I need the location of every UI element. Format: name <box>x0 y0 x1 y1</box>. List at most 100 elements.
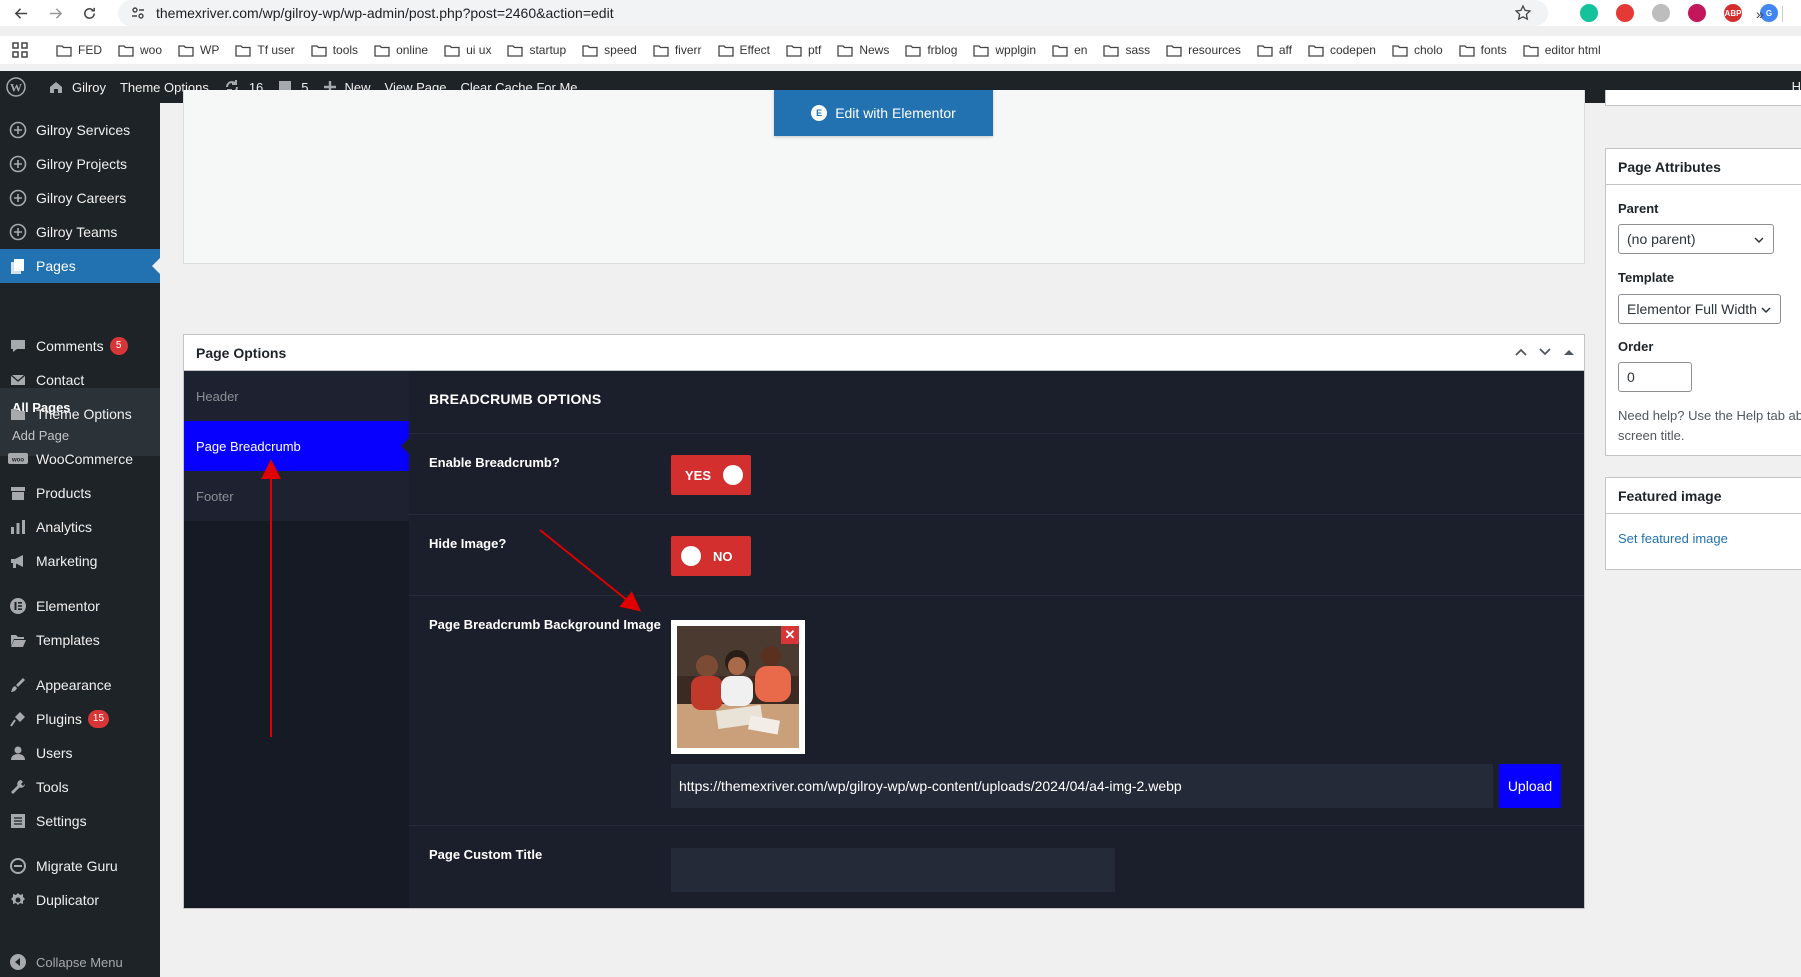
featured-image-title[interactable]: Featured image <box>1606 478 1801 514</box>
folder-icon <box>1523 44 1539 57</box>
site-settings-icon[interactable] <box>130 5 146 21</box>
back-icon[interactable] <box>8 0 34 26</box>
sidebar-item-theme-options[interactable]: Theme Options <box>0 397 160 431</box>
bg-image-url-input[interactable]: https://themexriver.com/wp/gilroy-wp/wp-… <box>671 764 1493 808</box>
sidebar-item-label: Gilroy Teams <box>36 224 118 240</box>
sidebar-item-gilroy-teams[interactable]: Gilroy Teams <box>0 215 160 249</box>
bookmark-folder[interactable]: WP <box>178 43 219 57</box>
sidebar-item-gilroy-careers[interactable]: Gilroy Careers <box>0 181 160 215</box>
sidebar-item-contact[interactable]: Contact <box>0 363 160 397</box>
hide-image-toggle[interactable]: NO <box>671 536 751 576</box>
bookmark-label: fiverr <box>674 43 702 57</box>
bookmark-folder[interactable]: codepen <box>1308 43 1376 57</box>
page-attributes-title[interactable]: Page Attributes <box>1606 149 1801 185</box>
bookmark-folder[interactable]: online <box>374 43 428 57</box>
bookmark-folder[interactable]: ptf <box>786 43 821 57</box>
bookmark-folder[interactable]: cholo <box>1392 43 1443 57</box>
enable-breadcrumb-toggle[interactable]: YES <box>671 455 751 495</box>
collapse-menu[interactable]: Collapse Menu <box>0 945 160 977</box>
sidebar-item-comments[interactable]: Comments 5 <box>0 329 160 363</box>
sidebar-item-elementor[interactable]: Elementor <box>0 589 160 623</box>
bookmark-folder[interactable]: tools <box>311 43 358 57</box>
bookmark-label: woo <box>140 43 163 57</box>
sidebar-item-duplicator[interactable]: Duplicator <box>0 883 160 917</box>
sidebar-item-settings[interactable]: Settings <box>0 804 160 838</box>
sidebar-item-marketing[interactable]: Marketing <box>0 544 160 578</box>
sidebar-item-label: Pages <box>36 258 76 274</box>
custom-title-input[interactable] <box>671 848 1115 892</box>
sidebar-item-label: Settings <box>36 813 87 829</box>
elementor-icon <box>8 596 28 616</box>
sidebar-item-label: Elementor <box>36 598 100 614</box>
sidebar-item-gilroy-services[interactable]: Gilroy Services <box>0 113 160 147</box>
forward-icon[interactable] <box>42 0 68 26</box>
bookmark-folder[interactable]: editor html <box>1523 43 1601 57</box>
sidebar-item-templates[interactable]: Templates <box>0 623 160 657</box>
bookmark-folder[interactable]: frblog <box>905 43 957 57</box>
parent-select[interactable]: (no parent) <box>1618 224 1774 254</box>
page-options-header[interactable]: Page Options <box>184 335 1584 371</box>
bookmark-folder[interactable]: Effect <box>717 43 770 57</box>
url-text[interactable]: themexriver.com/wp/gilroy-wp/wp-admin/po… <box>156 5 614 21</box>
sidebar-item-users[interactable]: Users <box>0 736 160 770</box>
page-attributes-box: Page Attributes Parent (no parent) Templ… <box>1605 148 1801 456</box>
pen-extension-icon[interactable] <box>1616 4 1634 22</box>
bookmark-folder[interactable]: sass <box>1103 43 1150 57</box>
sidebar-item-analytics[interactable]: Analytics <box>0 510 160 544</box>
bookmark-folder[interactable]: en <box>1052 43 1087 57</box>
edit-with-elementor-button[interactable]: E Edit with Elementor <box>774 90 993 136</box>
sidebar-item-migrate-guru[interactable]: Migrate Guru <box>0 849 160 883</box>
bookmark-folder[interactable]: Tf user <box>235 43 295 57</box>
sidebar-item-tools[interactable]: Tools <box>0 770 160 804</box>
bookmark-folder[interactable]: ui ux <box>444 43 491 57</box>
sidebar-item-appearance[interactable]: Appearance <box>0 668 160 702</box>
bookmark-folder[interactable]: speed <box>582 43 637 57</box>
sidebar-item-gilroy-projects[interactable]: Gilroy Projects <box>0 147 160 181</box>
sidebar-item-products[interactable]: Products <box>0 476 160 510</box>
gray-extension-icon[interactable] <box>1652 4 1670 22</box>
elementor-button-label: Edit with Elementor <box>835 105 956 121</box>
bookmark-folder[interactable]: wpplgin <box>973 43 1036 57</box>
bookmark-star-icon[interactable] <box>1514 4 1532 22</box>
tab-header[interactable]: Header <box>184 371 409 421</box>
colorzilla-icon[interactable] <box>1688 4 1706 22</box>
order-input[interactable]: 0 <box>1618 362 1692 392</box>
bg-image-thumbnail[interactable]: ✕ <box>671 620 805 754</box>
bg-image-label: Page Breadcrumb Background Image <box>429 617 661 632</box>
folder-icon <box>1392 44 1408 57</box>
adblock-plus-icon[interactable]: ABP <box>1724 4 1742 22</box>
bookmark-folder[interactable]: startup <box>507 43 566 57</box>
settings-icon <box>8 811 28 831</box>
reload-icon[interactable] <box>76 0 102 26</box>
bookmarks-more-icon[interactable]: » <box>1756 6 1764 22</box>
bookmark-folder[interactable]: fonts <box>1459 43 1507 57</box>
grammarly-icon[interactable] <box>1580 4 1598 22</box>
address-bar[interactable]: themexriver.com/wp/gilroy-wp/wp-admin/po… <box>118 0 1548 26</box>
bookmark-folder[interactable]: aff <box>1257 43 1292 57</box>
remove-image-button[interactable]: ✕ <box>781 626 799 644</box>
sidebar-item-woocommerce[interactable]: woo WooCommerce <box>0 442 160 476</box>
sidebar-item-pages[interactable]: Pages <box>0 249 160 283</box>
sidebar-item-plugins[interactable]: Plugins 15 <box>0 702 160 736</box>
tab-footer[interactable]: Footer <box>184 471 409 521</box>
admin-bar-site[interactable]: Gilroy <box>48 79 106 95</box>
apps-grid-icon[interactable] <box>10 40 30 60</box>
bookmark-folder[interactable]: News <box>837 43 889 57</box>
move-up-icon[interactable] <box>1514 345 1528 359</box>
toggle-panel-icon[interactable] <box>1562 345 1576 359</box>
folder-icon <box>1166 44 1182 57</box>
bookmark-folder[interactable]: resources <box>1166 43 1241 57</box>
count-badge: 15 <box>87 710 110 728</box>
wordpress-logo-icon[interactable]: W <box>6 77 34 97</box>
tab-page-breadcrumb[interactable]: Page Breadcrumb <box>184 421 409 471</box>
bookmark-folder[interactable]: FED <box>56 43 102 57</box>
folder-icon <box>178 44 194 57</box>
set-featured-image-link[interactable]: Set featured image <box>1618 531 1728 546</box>
template-select[interactable]: Elementor Full Width <box>1618 294 1781 324</box>
upload-button[interactable]: Upload <box>1499 764 1561 808</box>
chart-bar-icon <box>8 517 28 537</box>
move-down-icon[interactable] <box>1538 345 1552 359</box>
bookmark-label: aff <box>1278 43 1292 57</box>
bookmark-folder[interactable]: fiverr <box>653 43 702 57</box>
bookmark-folder[interactable]: woo <box>118 43 162 57</box>
